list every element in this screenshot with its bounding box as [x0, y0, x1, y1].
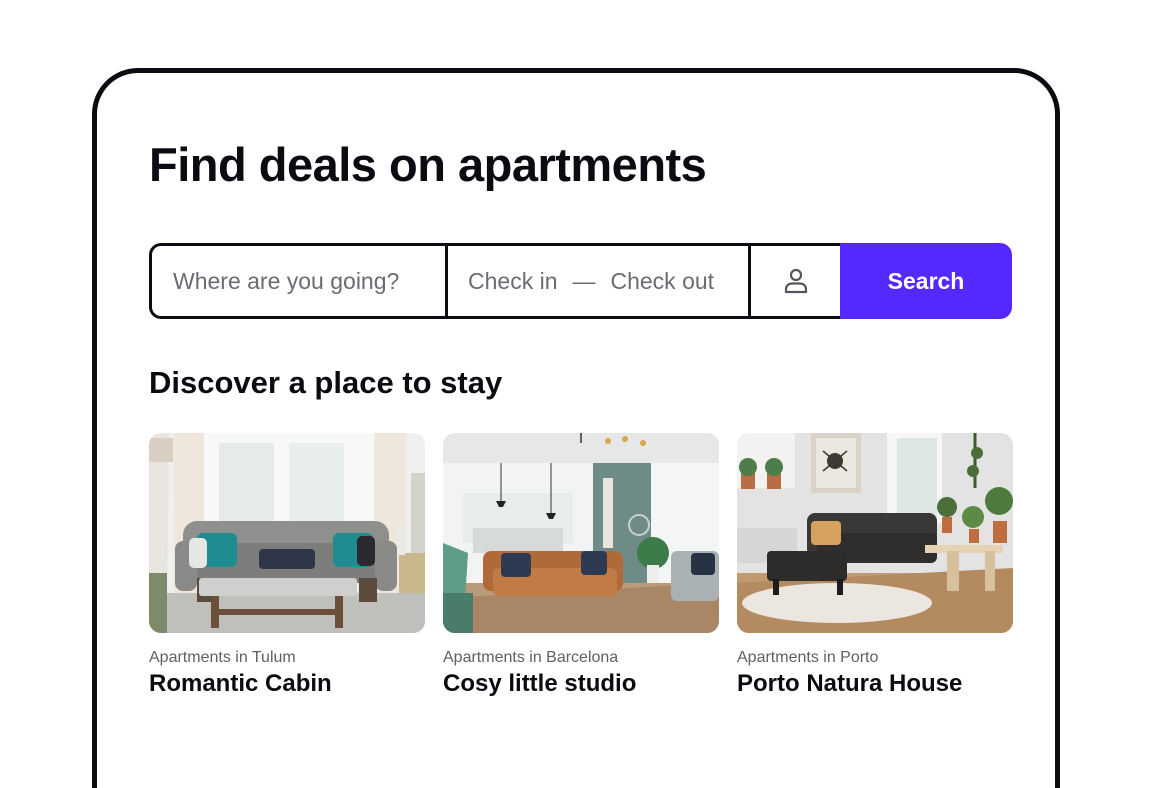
listing-title[interactable]: Porto Natura House: [737, 670, 1013, 698]
listing-card[interactable]: Apartments in Barcelona Cosy little stud…: [443, 433, 719, 698]
device-frame: Find deals on apartments Check in — Chec…: [92, 68, 1060, 788]
destination-field[interactable]: [152, 246, 448, 316]
listing-photo[interactable]: [149, 433, 425, 633]
section-heading: Discover a place to stay: [149, 365, 503, 400]
search-bar: Check in — Check out Search: [149, 243, 1013, 319]
listing-location: Apartments in Barcelona: [443, 649, 619, 666]
listing-photo[interactable]: [737, 433, 1013, 633]
search-button[interactable]: Search: [840, 243, 1012, 319]
check-in-label[interactable]: Check in: [468, 268, 557, 295]
listing-location: Apartments in Tulum: [149, 649, 296, 666]
listing-card[interactable]: Apartments in Tulum Romantic Cabin: [149, 433, 425, 698]
listing-card[interactable]: Apartments in Porto Porto Natura House: [737, 433, 1013, 698]
destination-input[interactable]: [173, 267, 433, 295]
date-separator: —: [572, 267, 596, 294]
listing-title[interactable]: Romantic Cabin: [149, 670, 425, 698]
listing-photo[interactable]: [443, 433, 719, 633]
date-range-picker[interactable]: Check in — Check out: [448, 246, 751, 316]
listing-title[interactable]: Cosy little studio: [443, 670, 719, 698]
listing-cards: Apartments in Tulum Romantic Cabin Apart…: [149, 433, 1013, 698]
listing-location: Apartments in Porto: [737, 649, 879, 666]
search-fields: Check in — Check out: [149, 243, 840, 319]
guests-button[interactable]: [751, 246, 840, 316]
page-title: Find deals on apartments: [149, 138, 707, 191]
person-icon: [784, 268, 807, 294]
check-out-label[interactable]: Check out: [610, 268, 714, 295]
